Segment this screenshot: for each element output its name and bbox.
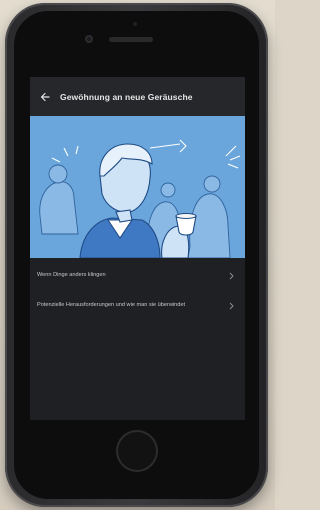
hero-illustration	[30, 116, 245, 258]
back-button[interactable]	[30, 77, 60, 116]
earpiece-speaker	[109, 37, 153, 42]
proximity-sensor	[133, 22, 137, 26]
illustration-graphic	[30, 116, 245, 258]
front-camera	[85, 35, 93, 43]
app-bar: Gewöhnung an neue Geräusche	[30, 77, 245, 116]
list-item-potential-challenges[interactable]: Potenzielle Herausforderungen und wie ma…	[30, 292, 245, 320]
chevron-right-icon	[227, 301, 235, 311]
photo-background: Gewöhnung an neue Geräusche Wenn Dinge a…	[0, 0, 275, 510]
list-item-label: Wenn Dinge anders klingen	[37, 272, 106, 279]
page-title: Gewöhnung an neue Geräusche	[60, 91, 193, 102]
topic-list: Wenn Dinge anders klingen Potenzielle He…	[30, 258, 245, 320]
home-button[interactable]	[116, 430, 158, 472]
list-item-when-things-sound-different[interactable]: Wenn Dinge anders klingen	[30, 262, 245, 290]
list-item-label: Potenzielle Herausforderungen und wie ma…	[37, 302, 186, 309]
chevron-right-icon	[227, 271, 235, 281]
app-screen: Gewöhnung an neue Geräusche Wenn Dinge a…	[30, 77, 245, 420]
arrow-left-icon	[40, 92, 50, 101]
